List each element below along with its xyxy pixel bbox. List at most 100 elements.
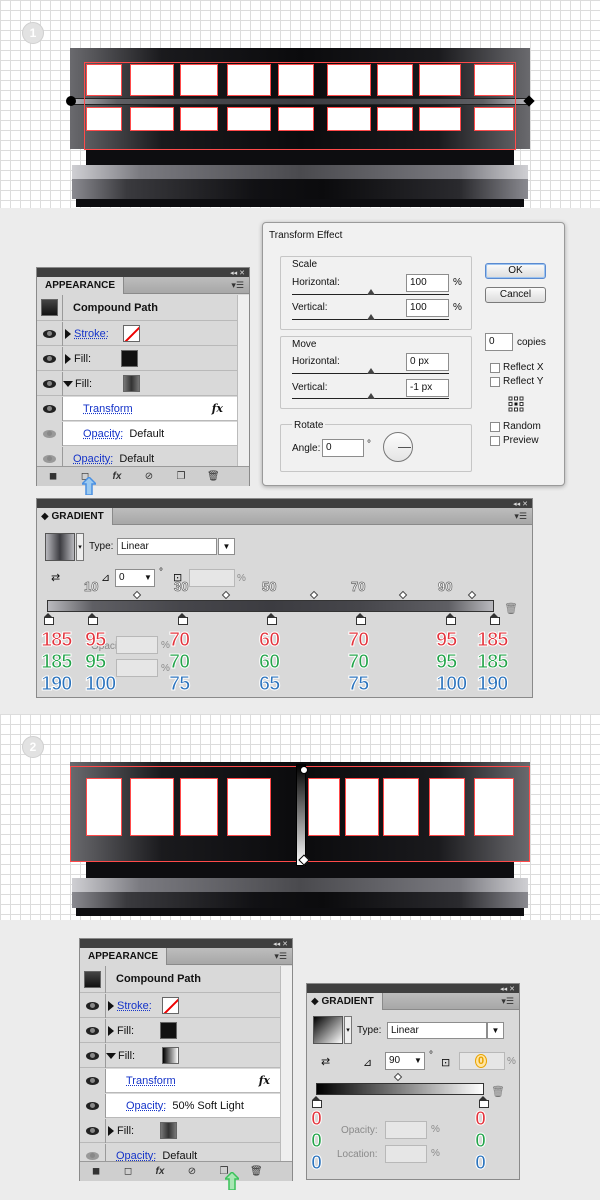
- stroke-label[interactable]: Stroke:: [117, 1000, 152, 1012]
- gradient-swatch-dropdown-icon[interactable]: ▾: [76, 533, 84, 561]
- copies-input[interactable]: 0: [485, 333, 513, 351]
- slider-knob[interactable]: [367, 368, 375, 374]
- gradient-stop[interactable]: [312, 1096, 322, 1108]
- location-input[interactable]: [116, 659, 158, 677]
- reference-point-icon[interactable]: [508, 396, 524, 412]
- trash-icon[interactable]: 🗑: [504, 602, 518, 615]
- fx-icon[interactable]: fx: [259, 1074, 270, 1087]
- visibility-eye-icon[interactable]: [43, 354, 56, 363]
- stroke-row[interactable]: Stroke:: [37, 321, 237, 346]
- fill-swatch[interactable]: [160, 1022, 178, 1039]
- gradient-preview-swatch[interactable]: [313, 1016, 343, 1044]
- fill-swatch[interactable]: [160, 1122, 178, 1139]
- expand-triangle-icon[interactable]: [108, 1000, 114, 1011]
- clear-appearance-icon[interactable]: ⊘: [143, 471, 155, 483]
- panel-menu-icon[interactable]: ▾☰: [501, 996, 514, 1007]
- add-stroke-icon[interactable]: ◼: [47, 471, 59, 483]
- panel-menu-icon[interactable]: ▾☰: [274, 951, 287, 962]
- collapse-triangle-icon[interactable]: [63, 380, 73, 387]
- gradient-tab[interactable]: ◆ GRADIENT: [307, 993, 383, 1010]
- add-effect-icon[interactable]: fx: [111, 471, 123, 483]
- move-horizontal-input[interactable]: 0 px: [406, 353, 449, 371]
- opacity-input[interactable]: [385, 1121, 427, 1139]
- midpoint-diamond[interactable]: [309, 590, 319, 600]
- visibility-eye-icon[interactable]: [86, 1026, 99, 1035]
- aspect-ratio-input[interactable]: [189, 569, 235, 587]
- opacity-link[interactable]: Opacity:: [73, 453, 113, 465]
- preview-checkbox[interactable]: [490, 436, 500, 446]
- panel-menu-icon[interactable]: ▾☰: [514, 511, 527, 522]
- scale-horizontal-input[interactable]: 100: [406, 274, 449, 292]
- reflect-x-checkbox[interactable]: [490, 363, 500, 373]
- type-select[interactable]: Linear: [387, 1022, 487, 1039]
- scrollbar[interactable]: [280, 966, 292, 1162]
- gradient-stop[interactable]: [479, 1096, 489, 1108]
- transform-row[interactable]: Transform fx: [80, 1068, 280, 1093]
- opacity-link[interactable]: Opacity:: [116, 1150, 156, 1162]
- add-effect-icon[interactable]: fx: [154, 1166, 166, 1178]
- visibility-eye-icon[interactable]: [43, 454, 56, 463]
- cancel-button[interactable]: Cancel: [485, 287, 546, 303]
- type-select-arrow-icon[interactable]: ▼: [218, 538, 235, 555]
- visibility-eye-icon[interactable]: [43, 429, 56, 438]
- expand-triangle-icon[interactable]: [108, 1025, 114, 1036]
- visibility-eye-icon[interactable]: [86, 1051, 99, 1060]
- angle-dropdown-arrow-icon[interactable]: ▼: [411, 1052, 425, 1070]
- angle-dropdown-arrow-icon[interactable]: ▼: [141, 569, 155, 587]
- inner-opacity-row[interactable]: Opacity: Default: [37, 421, 237, 446]
- reverse-gradient-icon[interactable]: ⇄: [51, 570, 67, 586]
- expand-triangle-icon[interactable]: [65, 353, 71, 364]
- type-select[interactable]: Linear: [117, 538, 217, 555]
- appearance-tab[interactable]: APPEARANCE: [37, 277, 125, 294]
- appearance-object-row[interactable]: Compound Path: [80, 965, 280, 993]
- appearance-tab[interactable]: APPEARANCE: [80, 948, 168, 965]
- gradient-stop[interactable]: [267, 613, 277, 625]
- stroke-label[interactable]: Stroke:: [74, 328, 109, 340]
- type-select-arrow-icon[interactable]: ▼: [487, 1022, 504, 1039]
- scale-vertical-input[interactable]: 100: [406, 299, 449, 317]
- stroke-none-swatch[interactable]: [122, 325, 140, 342]
- visibility-eye-icon[interactable]: [86, 1076, 99, 1085]
- visibility-eye-icon[interactable]: [43, 329, 56, 338]
- location-input[interactable]: [385, 1145, 427, 1163]
- expand-triangle-icon[interactable]: [65, 328, 71, 339]
- inner-opacity-row[interactable]: Opacity: 50% Soft Light: [80, 1093, 280, 1118]
- midpoint-diamond[interactable]: [221, 590, 231, 600]
- opacity-link[interactable]: Opacity:: [126, 1100, 166, 1112]
- gradient-slider-bar[interactable]: [316, 1083, 484, 1095]
- midpoint-diamond[interactable]: [467, 590, 477, 600]
- fill-row-3[interactable]: Fill:: [80, 1118, 280, 1143]
- random-checkbox[interactable]: [490, 422, 500, 432]
- gradient-slider-bar[interactable]: [47, 600, 494, 612]
- gradient-stop[interactable]: [446, 613, 456, 625]
- transform-effect-link[interactable]: Transform: [83, 403, 133, 415]
- trash-icon[interactable]: 🗑: [207, 471, 220, 483]
- midpoint-diamond[interactable]: [393, 1072, 403, 1082]
- midpoint-diamond[interactable]: [132, 590, 142, 600]
- visibility-eye-icon[interactable]: [86, 1126, 99, 1135]
- slider-knob[interactable]: [367, 289, 375, 295]
- appearance-object-row[interactable]: Compound Path: [37, 294, 237, 321]
- visibility-eye-icon[interactable]: [43, 379, 56, 388]
- reflect-y-checkbox[interactable]: [490, 377, 500, 387]
- fill-gradient-swatch[interactable]: [162, 1047, 180, 1064]
- collapse-triangle-icon[interactable]: [106, 1052, 116, 1059]
- ok-button[interactable]: OK: [485, 263, 546, 279]
- duplicate-item-icon[interactable]: ❐: [175, 471, 187, 483]
- panel-menu-icon[interactable]: ▾☰: [231, 280, 244, 291]
- fill-swatch[interactable]: [121, 350, 139, 367]
- visibility-eye-icon[interactable]: [86, 1151, 99, 1160]
- fill-row-2[interactable]: Fill:: [37, 371, 237, 396]
- move-vertical-input[interactable]: -1 px: [406, 379, 449, 397]
- transform-effect-link[interactable]: Transform: [126, 1075, 176, 1087]
- fill-row-1[interactable]: Fill:: [80, 1018, 280, 1043]
- stroke-row[interactable]: Stroke:: [80, 993, 280, 1018]
- opacity-link[interactable]: Opacity:: [83, 428, 123, 440]
- slider-knob[interactable]: [367, 393, 375, 399]
- fx-icon[interactable]: fx: [212, 402, 223, 415]
- angle-input[interactable]: 0: [322, 439, 364, 457]
- gradient-stop[interactable]: [88, 613, 98, 625]
- gradient-stop[interactable]: [44, 613, 54, 625]
- reverse-gradient-icon[interactable]: ⇄: [321, 1054, 337, 1070]
- gradient-preview-swatch[interactable]: [45, 533, 75, 561]
